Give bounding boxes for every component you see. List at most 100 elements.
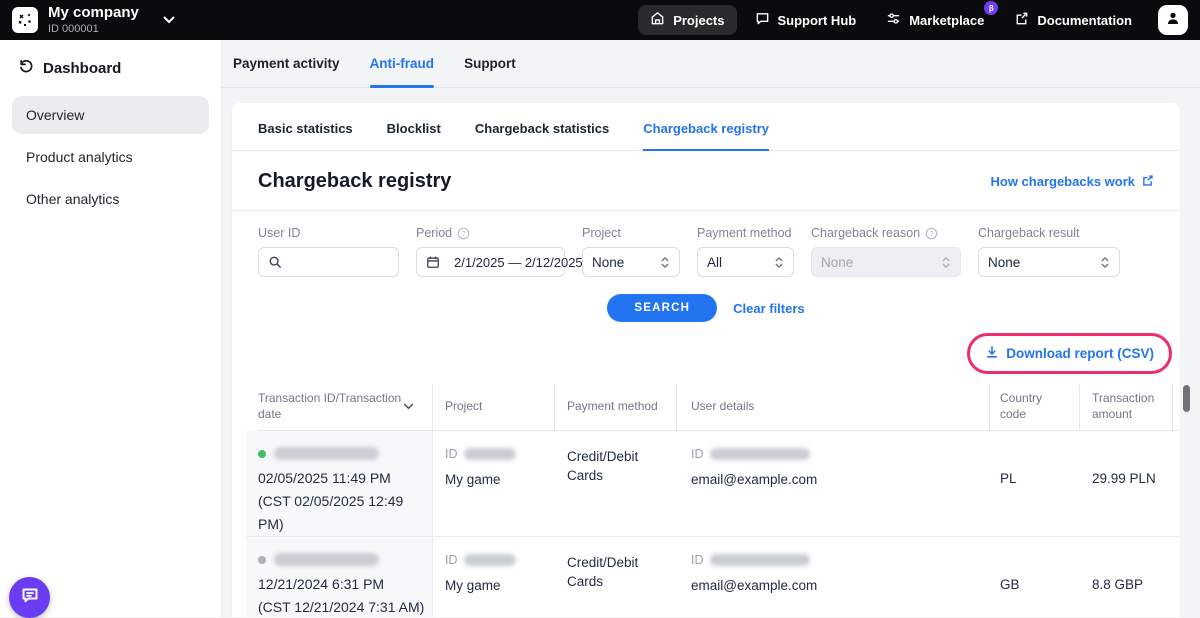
chargeback-reason-label: Chargeback reason ? [811,226,961,240]
filter-bar: User ID Period ? [232,211,1180,277]
page-tabs: Payment activity Anti-fraud Support [222,40,1200,88]
cell-user-details: ID email@example.com [677,537,990,617]
redacted-transaction-id [274,447,379,460]
transaction-date: 12/21/2024 6:31 PM [258,573,432,596]
select-arrows-icon [774,256,784,269]
select-arrows-icon [660,256,670,269]
user-avatar-button[interactable] [1158,5,1188,35]
annotation-highlight-ring: Download report (CSV) [967,333,1172,374]
chargeback-result-value: None [988,255,1020,270]
nav-documentation[interactable]: Documentation [1002,5,1144,35]
download-report-link[interactable]: Download report (CSV) [985,345,1154,362]
nav-projects[interactable]: Projects [638,5,736,35]
chat-widget-button[interactable] [9,577,50,618]
svg-text:?: ? [930,229,934,238]
filter-chargeback-reason: Chargeback reason ? None [811,226,961,277]
company-switcher-chevron-down-icon[interactable] [163,16,175,24]
sliders-icon [886,11,901,29]
download-report-label: Download report (CSV) [1006,346,1154,361]
transaction-date-cst: (CST 02/05/2025 12:49 PM) [258,490,432,536]
redacted-project-id [464,448,516,460]
tab-payment-activity[interactable]: Payment activity [233,40,340,87]
cell-transaction: 12/21/2024 6:31 PM (CST 12/21/2024 7:31 … [246,537,433,617]
external-link-icon [1014,11,1029,29]
cell-country-code: GB [990,537,1080,617]
payment-method: Credit/Debit Cards [567,553,671,591]
table-row[interactable]: 12/21/2024 6:31 PM (CST 12/21/2024 7:31 … [246,537,1180,617]
cell-transaction: 02/05/2025 11:49 PM (CST 02/05/2025 12:4… [246,431,433,536]
calendar-icon [426,255,440,269]
search-button[interactable]: SEARCH [607,294,717,322]
tab-anti-fraud[interactable]: Anti-fraud [370,40,435,87]
sidebar-back-dashboard[interactable]: Dashboard [12,58,209,78]
project-label: Project [582,226,680,240]
sidebar-title: Dashboard [43,60,121,77]
chat-bubble-icon [20,585,40,610]
period-label: Period ? [416,226,565,240]
project-value: None [592,255,624,270]
period-input[interactable]: 2/1/2025 — 2/12/2025 [416,247,565,277]
nav-documentation-label: Documentation [1037,13,1132,28]
column-country-code: Country code [990,384,1080,430]
chargeback-registry-card: Basic statistics Blocklist Chargeback st… [232,103,1180,617]
sidebar-item-other-analytics[interactable]: Other analytics [12,180,209,218]
scrollbar-thumb[interactable] [1183,385,1190,412]
tab-chargeback-statistics[interactable]: Chargeback statistics [475,121,609,150]
cell-project: ID My game [433,431,555,536]
sidebar-item-overview[interactable]: Overview [12,96,209,134]
filter-user-id: User ID [258,226,399,277]
download-icon [985,345,999,362]
nav-marketplace[interactable]: Marketplace β [874,5,996,35]
clear-filters-link[interactable]: Clear filters [733,301,805,316]
redacted-user-id [710,448,810,460]
user-id-label: User ID [258,226,399,240]
tab-chargeback-registry[interactable]: Chargeback registry [643,121,769,150]
chat-icon [755,11,770,29]
company-id: ID 000001 [48,23,139,35]
cell-country-code: PL [990,431,1080,536]
redacted-project-id [464,554,516,566]
chargeback-result-select[interactable]: None [978,247,1120,277]
user-id-input[interactable] [258,247,399,277]
help-question-icon[interactable]: ? [925,227,938,240]
sidebar-item-product-analytics[interactable]: Product analytics [12,138,209,176]
tab-support[interactable]: Support [464,40,516,87]
table-row[interactable]: 02/05/2025 11:49 PM (CST 02/05/2025 12:4… [246,431,1180,537]
user-email: email@example.com [691,470,990,489]
cell-amount: 8.8 GBP [1080,537,1173,617]
filter-payment-method: Payment method All [697,226,794,277]
user-email: email@example.com [691,576,990,595]
cell-project: ID My game [433,537,555,617]
nav-support-hub-label: Support Hub [778,13,857,28]
logo-glyph [16,11,34,29]
search-icon [268,255,282,269]
tab-blocklist[interactable]: Blocklist [387,121,441,150]
help-link-label: How chargebacks work [991,174,1136,189]
redacted-user-id [710,554,810,566]
how-chargebacks-work-link[interactable]: How chargebacks work [991,174,1155,190]
company-logo[interactable] [12,7,38,33]
payment-method-label: Payment method [697,226,794,240]
tab-basic-statistics[interactable]: Basic statistics [258,121,353,150]
person-icon [1165,10,1181,31]
nav-support-hub[interactable]: Support Hub [743,5,869,35]
payment-method-select[interactable]: All [697,247,794,277]
column-transaction-id-date[interactable]: Transaction ID/Transaction date [258,384,433,430]
select-arrows-icon [1100,256,1110,269]
period-value: 2/1/2025 — 2/12/2025 [454,255,583,270]
cell-payment-method: Credit/Debit Cards [555,431,677,536]
home-icon [650,11,665,29]
sort-chevron-down-icon[interactable] [403,403,414,410]
cell-user-details: ID email@example.com [677,431,990,536]
column-transaction-amount: Transaction amount [1080,384,1173,430]
filter-chargeback-result: Chargeback result None [978,226,1120,277]
column-user-details: User details [677,384,990,430]
payment-method-value: All [707,255,722,270]
top-bar: My company ID 000001 Projects Support Hu… [0,0,1200,40]
card-tabs: Basic statistics Blocklist Chargeback st… [232,103,1180,151]
column-payment-method: Payment method [555,384,677,430]
table-header: Transaction ID/Transaction date Project … [258,384,1180,431]
project-select[interactable]: None [582,247,680,277]
help-question-icon[interactable]: ? [457,227,470,240]
select-arrows-icon [941,256,951,269]
